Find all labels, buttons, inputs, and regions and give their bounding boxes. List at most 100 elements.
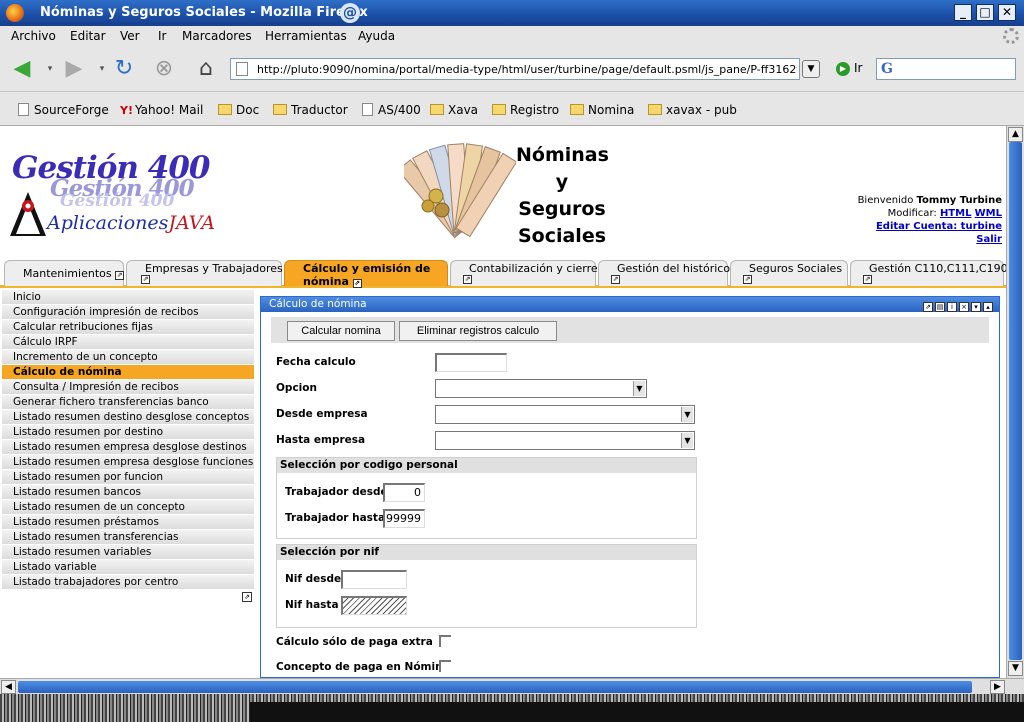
bookmark-registro[interactable]: Registro xyxy=(492,103,559,117)
back-arrow-icon[interactable]: ◀ xyxy=(8,56,36,82)
tab-seguros-sociales[interactable]: Seguros Sociales ⇗ xyxy=(730,260,848,286)
menu-herramientas[interactable]: Herramientas xyxy=(265,29,347,43)
sidebar-item-listado-variable[interactable]: Listado variable xyxy=(2,560,254,575)
sidebar-item-resumen-prestamos[interactable]: Listado resumen préstamos xyxy=(2,515,254,530)
sidebar-item-resumen-variables[interactable]: Listado resumen variables xyxy=(2,545,254,560)
nif-desde-input[interactable] xyxy=(341,570,407,589)
url-bar[interactable]: http://pluto:9090/nomina/portal/media-ty… xyxy=(230,58,800,80)
hasta-empresa-select[interactable]: ▼ xyxy=(435,431,695,450)
tab-gestion-historico[interactable]: Gestión del histórico ⇗ xyxy=(598,260,730,286)
bookmark-sourceforge[interactable]: SourceForge xyxy=(18,103,109,117)
logout-link[interactable]: Salir xyxy=(976,234,1002,245)
external-window-icon[interactable]: ⇗ xyxy=(743,275,752,284)
sidebar-item-resumen-empresa-funciones[interactable]: Listado resumen empresa desglose funcion… xyxy=(2,455,254,470)
chevron-down-icon: ▼ xyxy=(633,381,645,396)
trabajador-hasta-input[interactable]: 99999 xyxy=(383,509,425,528)
bookmark-xavax-pub[interactable]: xavax - pub xyxy=(648,103,737,117)
scroll-up-icon[interactable]: ▲ xyxy=(1008,127,1023,142)
vertical-scrollbar[interactable]: ▲ ▼ xyxy=(1006,126,1024,678)
sidebar-item-resumen-transferencias[interactable]: Listado resumen transferencias xyxy=(2,530,254,545)
bookmark-as400[interactable]: AS/400 xyxy=(362,103,421,117)
minimize-icon[interactable]: ▾ xyxy=(971,302,981,312)
sidebar-item-resumen-concepto[interactable]: Listado resumen de un concepto xyxy=(2,500,254,515)
print-icon[interactable]: ▤ xyxy=(935,302,945,312)
external-window-icon[interactable]: ⇗ xyxy=(141,275,150,284)
fecha-calculo-input[interactable] xyxy=(435,353,507,372)
bookmark-traductor[interactable]: Traductor xyxy=(273,103,348,117)
trabajador-desde-input[interactable]: 0 xyxy=(383,483,425,502)
paga-extra-checkbox[interactable] xyxy=(439,635,451,647)
sidebar-item-incremento-concepto[interactable]: Incremento de un concepto xyxy=(2,350,254,365)
external-window-icon[interactable]: ⇗ xyxy=(352,279,362,288)
sidebar-item-resumen-por-destino[interactable]: Listado resumen por destino xyxy=(2,425,254,440)
reload-icon[interactable]: ↻ xyxy=(110,56,138,82)
nif-hasta-input[interactable] xyxy=(341,596,407,615)
horizontal-scroll-thumb[interactable] xyxy=(18,681,972,693)
tab-contabilizacion-cierre[interactable]: Contabilización y cierre ⇗ xyxy=(450,260,598,286)
stop-icon[interactable]: ⊗ xyxy=(150,56,178,82)
sidebar-item-resumen-por-funcion[interactable]: Listado resumen por funcion xyxy=(2,470,254,485)
concepto-paga-label: Concepto de paga en Nómina xyxy=(276,661,450,673)
html-link[interactable]: HTML xyxy=(940,208,972,219)
external-window-icon[interactable]: ⇗ xyxy=(242,592,252,602)
menu-ayuda[interactable]: Ayuda xyxy=(358,29,395,43)
sidebar-item-generar-fichero[interactable]: Generar fichero transferencias banco xyxy=(2,395,254,410)
wml-link[interactable]: WML xyxy=(975,208,1002,219)
eliminar-registros-button[interactable]: Eliminar registros calculo xyxy=(399,321,557,341)
bookmark-doc[interactable]: Doc xyxy=(218,103,259,117)
sidebar-item-configuracion-impresion[interactable]: Configuración impresión de recibos xyxy=(2,305,254,320)
minimize-button[interactable]: _ xyxy=(954,4,972,21)
vertical-scroll-thumb[interactable] xyxy=(1009,142,1022,660)
sidebar-item-resumen-bancos[interactable]: Listado resumen bancos xyxy=(2,485,254,500)
logo-shadow-2: Gestión 400 xyxy=(60,191,175,211)
url-dropdown-icon[interactable]: ▼ xyxy=(802,60,820,78)
edit-account-link[interactable]: Editar Cuenta: turbine xyxy=(876,221,1002,232)
scroll-down-icon[interactable]: ▼ xyxy=(1008,661,1023,676)
sidebar-item-calculo-irpf[interactable]: Cálculo IRPF xyxy=(2,335,254,350)
close-button[interactable]: ✕ xyxy=(998,4,1016,21)
forward-arrow-icon[interactable]: ▶ xyxy=(60,56,88,82)
bookmark-yahoo-mail[interactable]: Y! Yahoo! Mail xyxy=(120,103,203,117)
tab-gestion-c110[interactable]: Gestión C110,C111,C190 ⇗ xyxy=(850,260,1006,286)
external-window-icon[interactable]: ⇗ xyxy=(463,275,472,284)
spiral-icon: @ xyxy=(340,3,360,23)
sidebar-item-calculo-nomina[interactable]: Cálculo de nómina xyxy=(2,365,254,380)
external-window-icon[interactable]: ⇗ xyxy=(863,275,872,284)
tab-mantenimientos[interactable]: Mantenimientos ⇗ xyxy=(4,260,125,286)
sidebar-item-trabajadores-centro[interactable]: Listado trabajadores por centro xyxy=(2,575,254,590)
search-input[interactable]: G xyxy=(876,58,1016,80)
money-icon xyxy=(404,143,516,239)
concepto-paga-checkbox[interactable] xyxy=(439,660,451,672)
desde-empresa-select[interactable]: ▼ xyxy=(435,405,695,424)
window-title: Nóminas y Seguros Sociales - Mozilla Fir… xyxy=(40,5,368,20)
bookmark-xava[interactable]: Xava xyxy=(430,103,478,117)
info-icon[interactable]: i xyxy=(947,302,957,312)
menu-archivo[interactable]: Archivo xyxy=(11,29,56,43)
menu-ir[interactable]: Ir xyxy=(158,29,166,43)
home-icon[interactable]: ⌂ xyxy=(192,56,220,82)
external-window-icon[interactable]: ⇗ xyxy=(115,271,125,280)
page-content: Gestión 400 Gestión 400 Gestión 400 Apli… xyxy=(0,126,1006,678)
go-button[interactable]: ▶ Ir xyxy=(836,61,862,76)
menu-editar[interactable]: Editar xyxy=(70,29,106,43)
calcular-nomina-button[interactable]: Calcular nomina xyxy=(287,321,395,341)
bookmark-nomina[interactable]: Nomina xyxy=(570,103,634,117)
external-window-icon[interactable]: ⇗ xyxy=(611,275,620,284)
menu-marcadores[interactable]: Marcadores xyxy=(182,29,252,43)
popout-icon[interactable]: ⇗ xyxy=(923,302,933,312)
sidebar-item-resumen-empresa-destinos[interactable]: Listado resumen empresa desglose destino… xyxy=(2,440,254,455)
sidebar-item-inicio[interactable]: Inicio xyxy=(2,290,254,305)
close-icon[interactable]: × xyxy=(959,302,969,312)
sidebar-item-calcular-retribuciones[interactable]: Calcular retribuciones fijas xyxy=(2,320,254,335)
opcion-select[interactable]: ▼ xyxy=(435,379,647,398)
maximize-button[interactable]: □ xyxy=(976,4,994,21)
menu-ver[interactable]: Ver xyxy=(120,29,140,43)
scroll-right-icon[interactable]: ▶ xyxy=(990,680,1005,694)
sidebar-item-resumen-destino-conceptos[interactable]: Listado resumen destino desglose concept… xyxy=(2,410,254,425)
scroll-left-icon[interactable]: ◀ xyxy=(1,680,16,694)
horizontal-scrollbar[interactable]: ◀ ▶ xyxy=(0,678,1024,694)
tab-calculo-emision-nomina[interactable]: Cálculo y emisión de nómina ⇗ xyxy=(284,260,448,288)
maximize-icon[interactable]: ▴ xyxy=(983,302,993,312)
tab-empresas-trabajadores[interactable]: Empresas y Trabajadores ⇗ xyxy=(126,260,283,286)
sidebar-item-consulta-recibos[interactable]: Consulta / Impresión de recibos xyxy=(2,380,254,395)
